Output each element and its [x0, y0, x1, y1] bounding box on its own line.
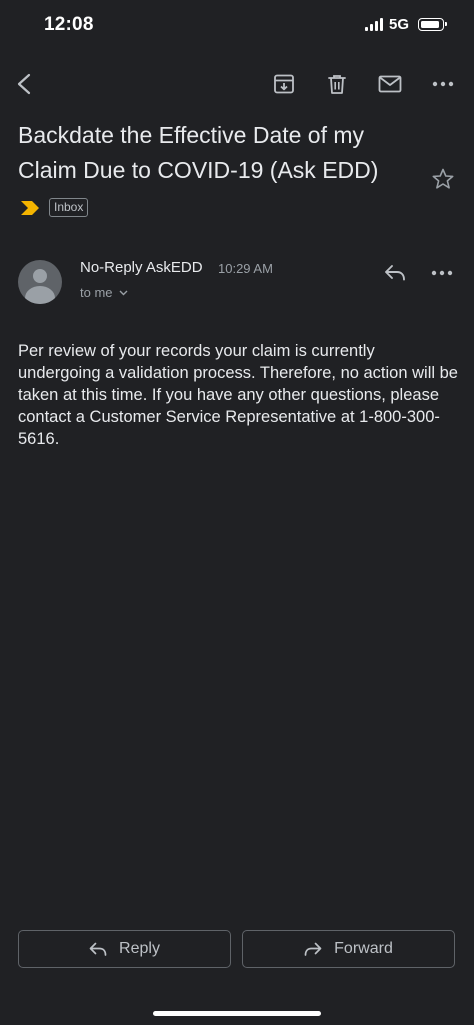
inbox-label-chip[interactable]: Inbox — [49, 198, 89, 217]
forward-button[interactable]: Forward — [242, 930, 455, 968]
archive-icon — [274, 74, 294, 94]
reply-icon — [89, 942, 107, 956]
sender-name[interactable]: No-Reply AskEDD — [80, 259, 203, 276]
back-arrow-icon — [17, 73, 31, 95]
status-indicators: 5G — [364, 16, 447, 33]
more-icon — [431, 270, 453, 276]
mail-icon — [378, 75, 402, 93]
email-toolbar — [0, 60, 474, 108]
recipient-details-toggle[interactable]: to me — [80, 285, 128, 300]
back-button[interactable] — [3, 60, 47, 108]
battery-icon — [418, 18, 447, 31]
importance-marker-icon — [21, 200, 39, 215]
signal-icon — [364, 18, 383, 31]
star-button[interactable] — [428, 164, 458, 194]
status-time: 12:08 — [44, 14, 94, 35]
status-bar: 12:08 5G — [0, 0, 474, 54]
labels-row: Inbox — [20, 198, 89, 217]
more-options-button[interactable] — [421, 60, 465, 108]
email-body: Per review of your records your claim is… — [18, 342, 458, 448]
mark-unread-button[interactable] — [368, 60, 412, 108]
network-label: 5G — [388, 16, 409, 33]
chevron-down-icon — [119, 290, 128, 295]
sent-time: 10:29 AM — [218, 261, 273, 276]
forward-icon — [304, 942, 322, 956]
avatar — [18, 260, 62, 304]
more-icon — [432, 81, 454, 87]
email-subject: Backdate the Effective Date of my Claim … — [18, 122, 379, 183]
message-more-button[interactable] — [425, 258, 459, 288]
reply-button[interactable]: Reply — [18, 930, 231, 968]
reply-button-label: Reply — [119, 940, 160, 957]
home-indicator[interactable] — [153, 1011, 321, 1016]
star-icon — [432, 168, 454, 189]
archive-button[interactable] — [262, 60, 306, 108]
forward-button-label: Forward — [334, 940, 393, 957]
reply-icon-button[interactable] — [378, 258, 412, 288]
reply-icon — [385, 265, 405, 281]
trash-icon — [328, 75, 346, 94]
recipient-label: to me — [80, 285, 113, 300]
sender-row: No-Reply AskEDD 10:29 AM to me — [0, 250, 474, 310]
delete-button[interactable] — [315, 60, 359, 108]
